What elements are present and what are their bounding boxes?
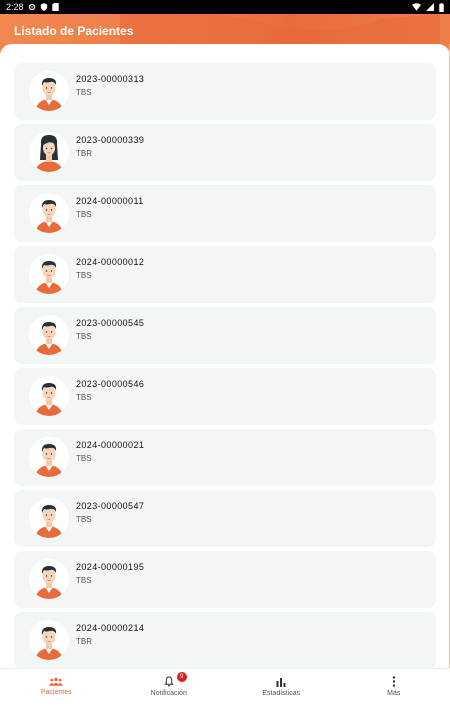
patient-code: 2024-00000214	[76, 623, 145, 633]
bar-chart-icon	[276, 677, 286, 687]
battery-icon	[439, 2, 444, 12]
patient-type: TBS	[76, 332, 92, 341]
bell-icon	[163, 676, 174, 687]
patient-card[interactable]: 2024-00000195 TBS	[14, 551, 436, 608]
patient-card[interactable]: 2023-00000546 TBS	[14, 368, 436, 425]
patient-card[interactable]: 2023-00000545 TBS	[14, 307, 436, 364]
male-avatar-icon	[29, 620, 69, 660]
male-avatar-icon	[29, 437, 69, 477]
male-avatar-icon	[29, 193, 69, 233]
nav-mas[interactable]: Más	[338, 669, 450, 704]
shield-icon	[40, 3, 47, 11]
nav-estadisticas[interactable]: Estadísticas	[225, 669, 338, 704]
patient-type: TBS	[76, 576, 92, 585]
nav-label: Notificación	[150, 690, 187, 697]
patient-list: 2023-00000313 TBS 2023-00000339 TBR 2024-0…	[14, 63, 436, 668]
male-avatar-icon	[29, 498, 69, 538]
nav-label: Pacientes	[40, 689, 72, 696]
patient-type: TBS	[76, 393, 92, 402]
notification-badge: 9	[176, 672, 187, 682]
patient-code: 2023-00000339	[76, 135, 145, 145]
bottom-navigation: Pacientes 9 Notificación Estadísticas Má…	[0, 668, 450, 704]
more-vertical-icon	[392, 676, 395, 687]
patient-card[interactable]: 2023-00000339 TBR	[14, 124, 436, 181]
wifi-icon	[412, 3, 421, 11]
patient-card[interactable]: 2024-00000012 TBS	[14, 246, 436, 303]
patient-type: TBS	[76, 515, 92, 524]
patient-card[interactable]: 2024-00000011 TBS	[14, 185, 436, 242]
patient-type: TBS	[76, 88, 92, 97]
patient-code: 2023-00000546	[76, 379, 145, 389]
people-icon	[49, 677, 64, 686]
patient-type: TBR	[76, 637, 92, 646]
patient-code: 2023-00000313	[76, 74, 145, 84]
patient-code: 2023-00000547	[76, 501, 145, 511]
patient-code: 2024-00000195	[76, 562, 145, 572]
page-title: Listado de Pacientes	[14, 24, 134, 38]
male-avatar-icon	[29, 376, 69, 416]
patient-card[interactable]: 2023-00000547 TBS	[14, 490, 436, 547]
male-avatar-icon	[29, 71, 69, 111]
status-bar: 2:28	[0, 0, 450, 14]
patient-code: 2024-00000012	[76, 257, 145, 267]
patient-type: TBR	[76, 149, 92, 158]
nav-notificacion[interactable]: 9 Notificación	[113, 669, 226, 704]
nav-label: Estadísticas	[262, 689, 301, 697]
male-avatar-icon	[29, 254, 69, 294]
patient-type: TBS	[76, 454, 92, 463]
patient-type: TBS	[76, 210, 92, 219]
male-avatar-icon	[29, 559, 69, 599]
patient-code: 2023-00000545	[76, 318, 145, 328]
patient-code: 2024-00000011	[76, 196, 144, 206]
patient-card[interactable]: 2024-00000214 TBR	[14, 612, 436, 668]
nav-label: Más	[387, 690, 401, 697]
signal-icon	[426, 3, 434, 11]
main-content: 2023-00000313 TBS 2023-00000339 TBR 2024-0…	[0, 44, 450, 668]
male-avatar-icon	[29, 315, 69, 355]
female-avatar-icon	[29, 132, 69, 172]
sim-card-icon	[51, 3, 59, 11]
patient-type: TBS	[76, 271, 92, 280]
nav-pacientes[interactable]: Pacientes	[0, 669, 113, 704]
patient-card[interactable]: 2024-00000021 TBS	[14, 429, 436, 486]
settings-icon	[28, 3, 35, 11]
status-time: 2:28	[6, 2, 24, 12]
gesture-bar	[0, 704, 450, 720]
patient-code: 2024-00000021	[76, 440, 145, 450]
patient-card[interactable]: 2023-00000313 TBS	[14, 63, 436, 120]
